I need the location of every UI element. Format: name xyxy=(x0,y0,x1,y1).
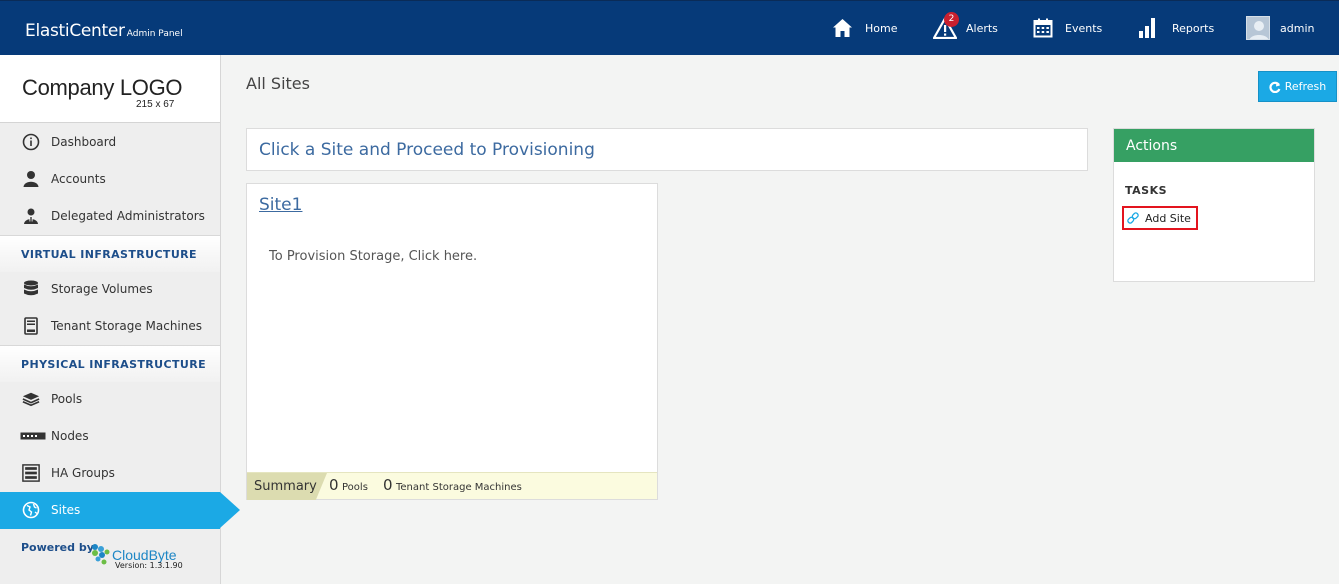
refresh-label: Refresh xyxy=(1284,80,1327,93)
nav-home-label: Home xyxy=(865,21,898,35)
sidebar-item-label: Accounts xyxy=(51,172,106,186)
nav-reports-label: Reports xyxy=(1172,21,1215,35)
site-name-link[interactable]: Site1 xyxy=(259,195,302,215)
sidebar-item-label: Sites xyxy=(51,503,81,517)
refresh-button[interactable]: Refresh xyxy=(1258,71,1337,102)
nav-user[interactable]: admin xyxy=(1246,13,1314,43)
avatar xyxy=(1246,16,1270,40)
layers-icon xyxy=(22,390,40,408)
sidebar-item-nodes[interactable]: Nodes xyxy=(0,418,220,455)
pools-count: 0 xyxy=(329,476,339,494)
nav-user-label: admin xyxy=(1280,21,1315,35)
node-icon xyxy=(20,427,46,445)
powered-by-label: Powered by xyxy=(21,541,94,554)
alerts-count-badge: 2 xyxy=(944,12,959,27)
brand-subtitle: Admin Panel xyxy=(126,29,183,39)
section-virtual-infrastructure: VIRTUAL INFRASTRUCTURE xyxy=(0,235,220,272)
provisioning-banner: Click a Site and Proceed to Provisioning xyxy=(246,128,1088,171)
sidebar-item-label: Nodes xyxy=(51,429,89,443)
sidebar-item-storage-volumes[interactable]: Storage Volumes xyxy=(0,271,220,308)
sidebar-item-label: Storage Volumes xyxy=(51,282,153,296)
alert-icon-wrap: 2 xyxy=(933,12,959,39)
sidebar-item-accounts[interactable]: Accounts xyxy=(0,161,220,198)
nav-alerts-label: Alerts xyxy=(966,21,998,35)
summary-tag: Summary xyxy=(247,473,327,500)
tsm-label: Tenant Storage Machines xyxy=(396,482,522,493)
nav-reports[interactable]: Reports xyxy=(1138,13,1214,43)
tsm-count: 0 xyxy=(383,476,393,494)
info-icon xyxy=(22,133,40,151)
company-logo: Company LOGO 215 x 67 xyxy=(0,55,220,123)
site-summary-bar: Summary 0 Pools 0 Tenant Storage Machine… xyxy=(247,472,657,500)
nav-events[interactable]: Events xyxy=(1033,13,1102,43)
section-title: PHYSICAL INFRASTRUCTURE xyxy=(21,358,206,371)
add-site-button[interactable]: Add Site xyxy=(1122,206,1198,230)
logo-text: Company LOGO xyxy=(22,75,183,100)
link-icon xyxy=(1127,212,1139,224)
pools-label: Pools xyxy=(342,482,368,493)
section-title: VIRTUAL INFRASTRUCTURE xyxy=(21,248,197,261)
sidebar-item-tenant-storage-machines[interactable]: Tenant Storage Machines xyxy=(0,308,220,345)
user-icon xyxy=(22,170,40,188)
actions-title: Actions xyxy=(1126,138,1178,154)
sidebar-item-label: Tenant Storage Machines xyxy=(51,319,203,333)
actions-header: Actions xyxy=(1114,129,1314,162)
refresh-icon xyxy=(1269,81,1281,93)
sidebar-item-label: Delegated Administrators xyxy=(51,209,205,223)
sidebar-item-label: Dashboard xyxy=(51,135,117,149)
calendar-icon xyxy=(1033,18,1053,38)
sidebar-item-pools[interactable]: Pools xyxy=(0,381,220,418)
summary-label: Summary xyxy=(254,479,317,494)
sidebar-item-sites[interactable]: Sites xyxy=(0,492,240,529)
tasks-label: TASKS xyxy=(1125,184,1168,197)
rack-icon xyxy=(22,464,40,482)
user-silhouette-icon xyxy=(1249,21,1269,39)
logo-dimensions: 215 x 67 xyxy=(136,99,175,110)
bar-chart-icon xyxy=(1139,18,1155,38)
server-icon xyxy=(22,317,40,335)
site-card[interactable]: Site1 To Provision Storage, Click here. … xyxy=(246,183,658,500)
actions-panel: Actions TASKS Add Site xyxy=(1113,128,1315,282)
home-icon xyxy=(833,19,852,37)
nav-events-label: Events xyxy=(1065,21,1103,35)
banner-text: Click a Site and Proceed to Provisioning xyxy=(259,140,595,160)
sidebar-item-ha-groups[interactable]: HA Groups xyxy=(0,455,220,492)
app-brand: ElastiCenter Admin Panel xyxy=(25,21,183,41)
section-physical-infrastructure: PHYSICAL INFRASTRUCTURE xyxy=(0,345,220,382)
top-bar: ElastiCenter Admin Panel Home 2 Alerts Ev… xyxy=(0,0,1339,55)
sidebar-item-dashboard[interactable]: Dashboard xyxy=(0,124,220,161)
globe-icon xyxy=(22,501,40,519)
cloudbyte-logo-icon xyxy=(92,544,110,565)
add-site-label: Add Site xyxy=(1145,211,1191,225)
nav-alerts[interactable]: 2 Alerts xyxy=(933,12,998,43)
nav-home[interactable]: Home xyxy=(832,13,897,43)
sidebar-item-label: Pools xyxy=(51,392,83,406)
brand-name: ElastiCenter xyxy=(25,21,125,41)
sidebar-item-delegated-admins[interactable]: Delegated Administrators xyxy=(0,198,220,235)
admin-icon xyxy=(22,207,40,225)
version-label: Version: 1.3.1.90 xyxy=(115,561,183,570)
database-icon xyxy=(22,280,40,298)
provision-storage-link[interactable]: To Provision Storage, Click here. xyxy=(269,249,477,264)
sidebar-item-label: HA Groups xyxy=(51,466,115,480)
sidebar: Company LOGO 215 x 67 Dashboard Accounts… xyxy=(0,55,240,584)
page-title: All Sites xyxy=(246,74,310,93)
